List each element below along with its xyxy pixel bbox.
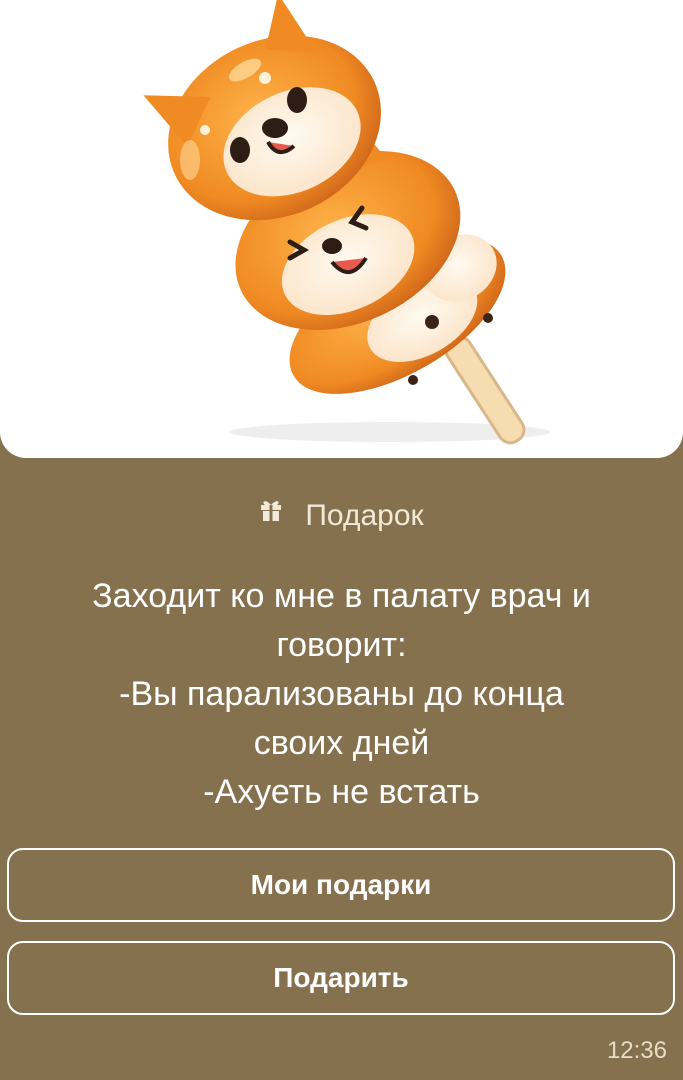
message-timestamp: 12:36 bbox=[606, 1037, 667, 1064]
gift-header-label: Подарок bbox=[305, 499, 424, 533]
gift-message-text: Заходит ко мне в палату врач и говорит: … bbox=[20, 572, 663, 817]
message-line: говорит: bbox=[276, 626, 407, 664]
gift-icon bbox=[259, 493, 283, 533]
message-line: Заходит ко мне в палату врач и bbox=[92, 577, 591, 615]
gift-sticker-image[interactable] bbox=[0, 0, 683, 458]
message-line: -Вы парализованы до конца bbox=[119, 675, 564, 713]
message-line: -Ахуеть не встать bbox=[203, 773, 480, 811]
gift-message-card: Подарок Заходит ко мне в палату врач и г… bbox=[0, 0, 683, 1080]
gift-header: Подарок bbox=[0, 495, 683, 536]
shiba-dango-candy-illustration bbox=[143, 0, 550, 445]
my-gifts-button[interactable]: Мои подарки bbox=[7, 848, 675, 922]
message-line: своих дней bbox=[253, 724, 430, 762]
give-gift-button[interactable]: Подарить bbox=[7, 941, 675, 1015]
